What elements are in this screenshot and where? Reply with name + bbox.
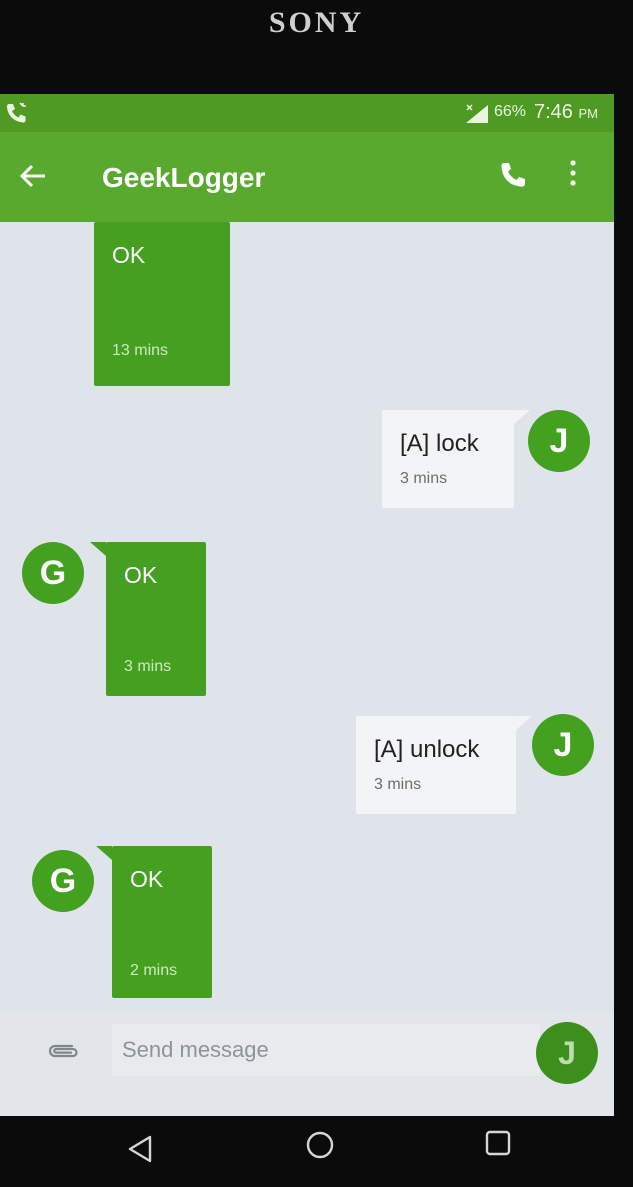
avatar[interactable]: G: [22, 542, 84, 604]
avatar[interactable]: J: [528, 410, 590, 472]
nav-recents-icon[interactable]: [484, 1129, 512, 1162]
device-brand-logo: SONY: [268, 6, 365, 39]
bubble-tail: [514, 410, 530, 424]
message-text: OK: [112, 242, 146, 268]
status-bar: 66% 7:46 PM: [0, 94, 614, 132]
avatar[interactable]: G: [32, 850, 94, 912]
message-text: OK: [124, 562, 158, 588]
system-nav-bar: [0, 1116, 633, 1187]
signal-icon: [464, 104, 490, 129]
clock-time: 7:46: [534, 101, 573, 123]
avatar[interactable]: J: [532, 714, 594, 776]
message-text: OK: [130, 866, 164, 892]
message-bubble-incoming[interactable]: OK 2 mins: [112, 846, 212, 998]
message-input[interactable]: [112, 1024, 540, 1076]
bubble-tail: [96, 846, 112, 860]
message-bubble-outgoing[interactable]: [A] lock 3 mins: [382, 410, 514, 508]
phone-icon[interactable]: [498, 160, 528, 195]
clock: 7:46 PM: [534, 101, 598, 124]
message-composer: J: [0, 1012, 614, 1116]
paperclip-icon[interactable]: [46, 1040, 80, 1067]
phone-screen: 66% 7:46 PM GeekLogger OK 13 mins [A] lo…: [0, 94, 614, 1116]
message-time: 13 mins: [112, 342, 169, 359]
message-text: [A] unlock: [374, 736, 480, 763]
message-text: [A] lock: [400, 430, 479, 457]
send-avatar-button[interactable]: J: [536, 1022, 598, 1084]
phone-call-icon: [4, 102, 28, 129]
message-time: 3 mins: [374, 776, 422, 793]
battery-percent: 66%: [494, 103, 527, 120]
message-time: 3 mins: [400, 470, 448, 487]
bubble-tail: [90, 542, 106, 556]
nav-home-icon[interactable]: [304, 1129, 336, 1166]
page-title: GeekLogger: [102, 162, 266, 193]
message-time: 3 mins: [124, 658, 172, 675]
message-bubble-incoming[interactable]: OK 3 mins: [106, 542, 206, 696]
app-bar: GeekLogger: [0, 132, 614, 222]
message-time: 2 mins: [130, 962, 178, 979]
more-vert-icon[interactable]: [568, 158, 578, 193]
message-bubble-incoming[interactable]: OK 13 mins: [94, 222, 230, 386]
clock-ampm: PM: [578, 106, 599, 121]
back-arrow-icon[interactable]: [18, 162, 48, 195]
message-bubble-outgoing[interactable]: [A] unlock 3 mins: [356, 716, 516, 814]
bubble-tail: [516, 716, 532, 730]
nav-back-icon[interactable]: [126, 1134, 154, 1169]
